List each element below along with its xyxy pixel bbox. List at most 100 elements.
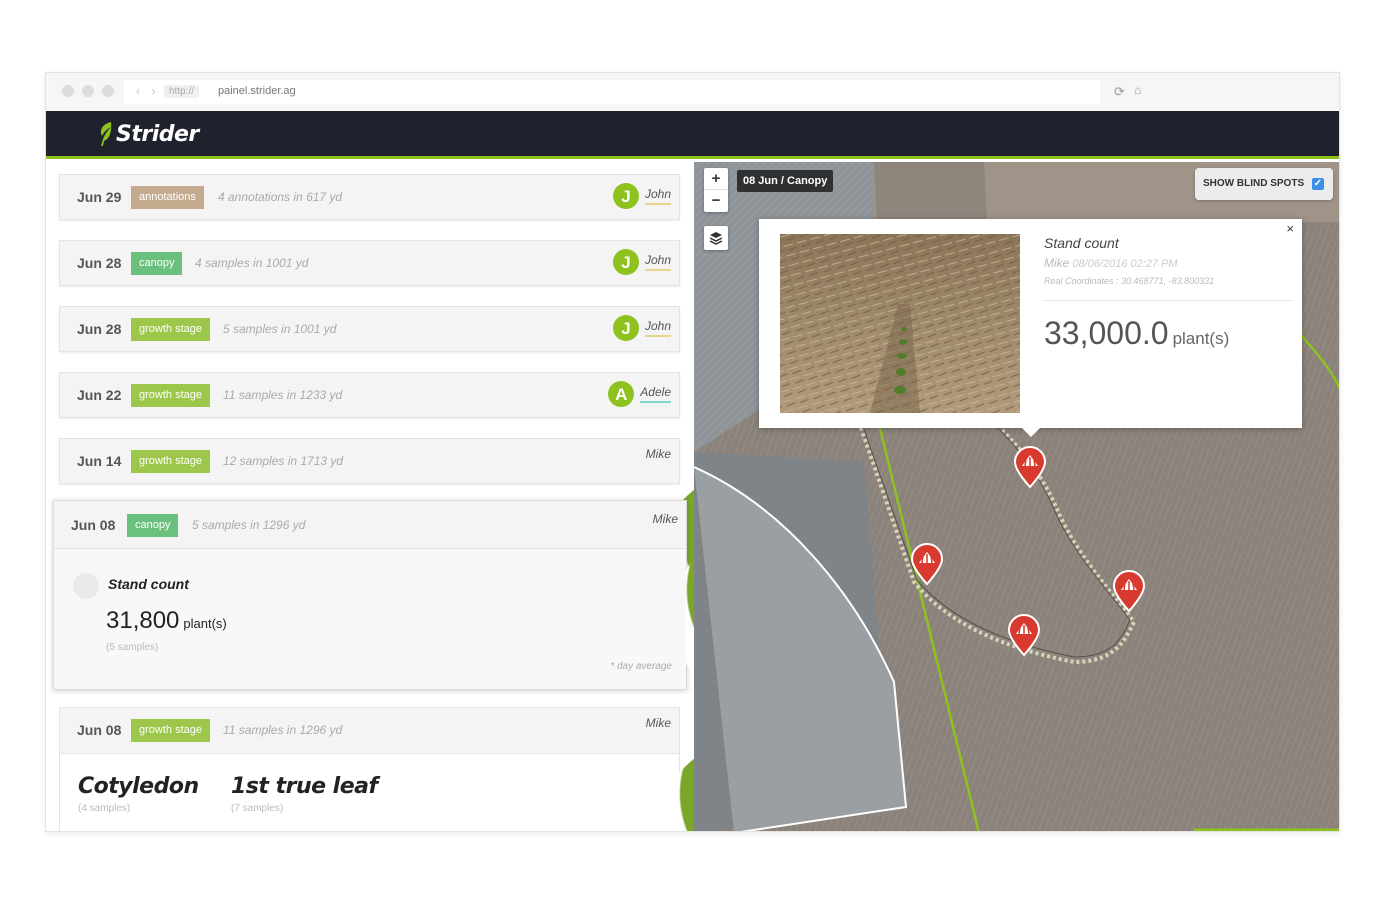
app-name: Strider — [116, 121, 199, 147]
layers-icon — [709, 232, 723, 245]
expanded-card-body: Stand count 31,800 plant(s) (5 samples) *… — [54, 549, 686, 689]
card-summary: 12 samples in 1713 yd — [223, 454, 344, 468]
card-user: Mike — [647, 512, 694, 706]
zoom-control: + − — [704, 168, 728, 212]
card-date: Jun 08 — [71, 517, 116, 533]
growth-stage-card-header: Jun 08 growth stage 11 samples in 1296 y… — [60, 708, 694, 831]
address-bar[interactable]: ‹ › http:// painel.strider.ag — [124, 80, 1100, 104]
timeline-card[interactable]: Jun 29 annotations 4 annotations in 617 … — [59, 174, 680, 220]
map-layer-label: 08 Jun / Canopy — [737, 170, 834, 192]
url-text[interactable]: painel.strider.ag — [218, 85, 296, 97]
expanded-card-header: Jun 08 canopy 5 samples in 1296 yd Mike — [54, 501, 694, 706]
window-minimize-dot[interactable] — [82, 85, 94, 97]
browser-window: ‹ › http:// painel.strider.ag ⟳ ⌂ Stride… — [45, 72, 1340, 832]
zoom-in-button[interactable]: + — [704, 168, 728, 190]
popup-datetime: 08/06/2016 02:27 PM — [1072, 258, 1178, 270]
url-protocol: http:// — [164, 85, 200, 98]
field-photo-image — [780, 234, 1020, 413]
card-summary: 11 samples in 1233 yd — [223, 388, 343, 402]
metric-icon — [73, 573, 99, 599]
card-date: Jun 28 — [77, 321, 122, 337]
avatar: A — [608, 381, 635, 407]
sample-photo[interactable] — [780, 234, 1020, 413]
popup-title: Stand count — [1044, 235, 1119, 251]
app-header: Strider — [46, 111, 1339, 159]
timeline-card[interactable]: Jun 14 growth stage 12 samples in 1713 y… — [59, 438, 694, 641]
card-summary: 4 annotations in 617 yd — [218, 190, 343, 204]
popup-meta: Mike 08/06/2016 02:27 PM — [1044, 256, 1178, 270]
user-name: Mike — [652, 512, 678, 526]
stage-name: Cotyledon — [78, 774, 199, 799]
day-average-note: * day average — [610, 661, 672, 672]
user-name: John — [644, 253, 671, 271]
card-date: Jun 14 — [77, 453, 122, 469]
popup-value: 33,000.0 — [1044, 315, 1169, 351]
timeline-panel: Jun 29 annotations 4 annotations in 617 … — [46, 162, 694, 831]
zoom-out-button[interactable]: − — [704, 190, 728, 212]
user-name: Mike — [645, 447, 671, 461]
card-user: J John — [612, 315, 671, 341]
timeline-card[interactable]: Jun 22 growth stage 11 samples in 1233 y… — [59, 372, 680, 418]
card-summary: 5 samples in 1001 yd — [223, 322, 337, 336]
layers-button[interactable] — [704, 226, 728, 250]
stage-name: 1st true leaf — [231, 774, 378, 799]
user-photo-avatar — [660, 731, 694, 831]
growth-stage-item: Cotyledon (4 samples) — [78, 774, 199, 814]
user-name: Mike — [645, 716, 671, 730]
type-tag: annotations — [131, 186, 204, 209]
card-date: Jun 22 — [77, 387, 122, 403]
timeline-card[interactable]: Jun 28 canopy 4 samples in 1001 yd J Joh… — [59, 240, 680, 286]
close-icon[interactable]: × — [1286, 221, 1294, 236]
popup-unit: plant(s) — [1172, 329, 1230, 348]
window-close-dot[interactable] — [62, 85, 74, 97]
browser-chrome: ‹ › http:// painel.strider.ag ⟳ ⌂ — [46, 73, 1339, 111]
card-summary: 11 samples in 1296 yd — [223, 723, 343, 737]
metric-title: Stand count — [108, 576, 189, 592]
card-user: J John — [612, 183, 671, 209]
type-tag: growth stage — [131, 384, 210, 407]
user-name: John — [644, 319, 671, 337]
popup-pointer — [1021, 427, 1041, 437]
card-user: J John — [612, 249, 671, 275]
popup-author: Mike — [1044, 256, 1070, 270]
avatar: J — [612, 183, 639, 209]
stage-samples: (4 samples) — [78, 803, 131, 814]
user-name: Adele — [640, 385, 671, 403]
sample-pin-icon[interactable] — [909, 542, 945, 586]
card-user: Mike — [640, 447, 694, 641]
card-user: Mike — [640, 716, 694, 831]
type-tag: growth stage — [131, 318, 210, 341]
metric-unit: plant(s) — [183, 616, 227, 631]
type-tag: canopy — [127, 514, 179, 537]
blind-spots-label: SHOW BLIND SPOTS — [1203, 178, 1305, 189]
metric-value-row: 31,800 plant(s) — [106, 607, 227, 635]
card-date: Jun 08 — [77, 722, 122, 738]
timeline-card[interactable]: Jun 28 growth stage 5 samples in 1001 yd… — [59, 306, 680, 352]
leaf-logo-icon — [100, 122, 112, 146]
sample-pin-icon[interactable] — [1006, 613, 1042, 657]
metric-samples: (5 samples) — [106, 642, 159, 653]
card-user: A Adele — [608, 381, 671, 407]
card-date: Jun 29 — [77, 189, 122, 205]
avatar: J — [612, 249, 639, 275]
card-summary: 4 samples in 1001 yd — [195, 256, 309, 270]
sample-pin-icon[interactable] — [1012, 445, 1048, 489]
user-name: John — [644, 187, 671, 205]
growth-stage-item: 1st true leaf (7 samples) — [231, 774, 378, 814]
card-summary: 5 samples in 1296 yd — [192, 518, 306, 532]
show-blind-spots-toggle[interactable]: SHOW BLIND SPOTS ✓ — [1195, 168, 1333, 200]
popup-coordinates: Real Coordinates : 30.468771, -83.800331 — [1044, 276, 1215, 286]
card-date: Jun 28 — [77, 255, 122, 271]
home-icon[interactable]: ⌂ — [1134, 83, 1141, 97]
type-tag: growth stage — [131, 719, 210, 742]
strider-logo[interactable]: Strider — [98, 121, 199, 147]
satellite-map[interactable]: + − 08 Jun / Canopy SHOW BLIND SPOTS ✓ ×… — [694, 162, 1339, 831]
type-tag: canopy — [131, 252, 183, 275]
reload-icon[interactable]: ⟳ — [1114, 84, 1125, 100]
growth-stage-card[interactable]: Jun 08 growth stage 11 samples in 1296 y… — [59, 707, 694, 831]
window-zoom-dot[interactable] — [102, 85, 114, 97]
nav-arrows-icon[interactable]: ‹ › — [136, 84, 159, 98]
blind-spots-checkbox[interactable]: ✓ — [1312, 178, 1324, 190]
sample-pin-icon[interactable] — [1111, 569, 1147, 613]
expanded-card[interactable]: Jun 08 canopy 5 samples in 1296 yd Mike … — [53, 500, 694, 706]
